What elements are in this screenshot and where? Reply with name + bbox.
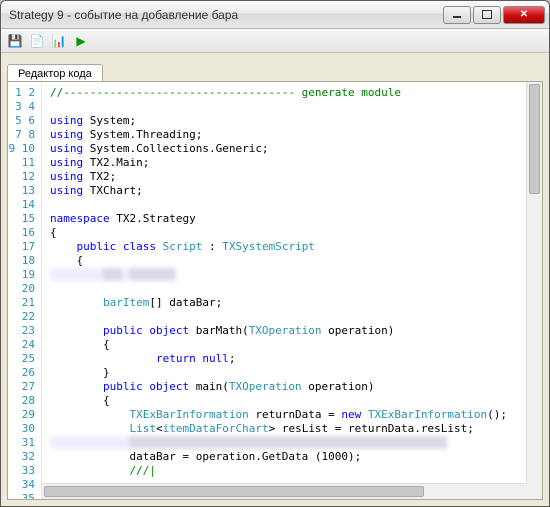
scrollbar-thumb[interactable]: [529, 84, 540, 194]
code-editor[interactable]: 1 2 3 4 5 6 7 8 9 10 11 12 13 14 15 16 1…: [7, 81, 543, 500]
horizontal-scrollbar[interactable]: [42, 483, 526, 499]
code-area[interactable]: //----------------------------------- ge…: [42, 82, 542, 499]
open-icon[interactable]: 📄: [29, 33, 45, 49]
app-window: Strategy 9 - событие на добавление бара …: [0, 0, 550, 507]
save-icon[interactable]: 💾: [7, 33, 23, 49]
toolbar: 💾 📄 📊 ▶: [1, 29, 549, 53]
tab-bar: Редактор кода: [7, 59, 543, 81]
line-gutter: 1 2 3 4 5 6 7 8 9 10 11 12 13 14 15 16 1…: [8, 82, 42, 499]
vertical-scrollbar[interactable]: [526, 82, 542, 483]
chart-icon[interactable]: 📊: [51, 33, 67, 49]
run-icon[interactable]: ▶: [73, 33, 89, 49]
close-button[interactable]: [503, 6, 545, 24]
titlebar[interactable]: Strategy 9 - событие на добавление бара: [1, 1, 549, 29]
scrollbar-corner: [526, 483, 542, 499]
maximize-button[interactable]: [473, 6, 501, 24]
scrollbar-thumb[interactable]: [44, 486, 424, 497]
window-title: Strategy 9 - событие на добавление бара: [9, 8, 441, 22]
client-area: Редактор кода 1 2 3 4 5 6 7 8 9 10 11 12…: [1, 53, 549, 506]
minimize-button[interactable]: [443, 6, 471, 24]
window-controls: [441, 6, 545, 24]
tab-editor[interactable]: Редактор кода: [7, 64, 103, 82]
